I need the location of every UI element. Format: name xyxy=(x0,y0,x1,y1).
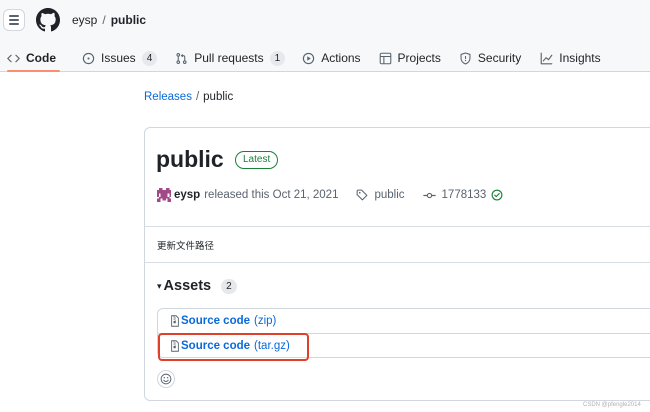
divider xyxy=(145,262,650,263)
tab-label: Actions xyxy=(321,51,361,65)
releases-link[interactable]: Releases xyxy=(144,91,192,103)
issues-count-badge: 4 xyxy=(141,50,158,66)
add-reaction-button[interactable] xyxy=(157,370,175,388)
latest-badge: Latest xyxy=(235,151,279,169)
release-title[interactable]: public xyxy=(156,146,224,173)
table-icon xyxy=(379,52,391,64)
tab-label: Issues xyxy=(101,51,136,65)
menu-line xyxy=(9,23,19,25)
assets-heading: Assets xyxy=(163,278,212,294)
tag-icon xyxy=(357,189,368,201)
avatar-icon[interactable] xyxy=(157,188,171,202)
tab-label: Security xyxy=(477,51,522,65)
issue-icon xyxy=(82,52,95,64)
release-date-text: released this Oct 21, 2021 xyxy=(204,189,339,201)
releases-breadcrumb: Releases / public xyxy=(144,91,233,103)
release-author-link[interactable]: eysp xyxy=(174,189,200,201)
smiley-icon xyxy=(160,373,172,385)
tab-pull-requests[interactable]: Pull requests 1 xyxy=(175,44,286,72)
repo-owner-link[interactable]: eysp xyxy=(72,13,97,27)
tab-label: Pull requests xyxy=(194,51,264,65)
release-tag-link[interactable]: public xyxy=(374,189,404,201)
repo-nav-tabs: Code Issues 4 Pull requests 1 Actions Pr… xyxy=(0,44,601,72)
tab-code[interactable]: Code xyxy=(7,44,60,72)
menu-line xyxy=(9,15,19,17)
pull-requests-count-badge: 1 xyxy=(269,50,286,66)
asset-row-zip[interactable]: Source code (zip) xyxy=(158,309,650,333)
annotation-highlight-box xyxy=(158,333,309,361)
release-meta: eysp released this Oct 21, 2021 public 1… xyxy=(157,187,503,203)
tab-label: Code xyxy=(26,51,56,65)
tab-issues[interactable]: Issues 4 xyxy=(82,44,158,72)
asset-link-zip[interactable]: Source code xyxy=(181,315,250,327)
release-commit-link[interactable]: 1778133 xyxy=(442,189,487,201)
repo-breadcrumb: eysp / public xyxy=(72,13,146,27)
tab-label: Insights xyxy=(559,51,601,65)
github-logo-icon[interactable] xyxy=(36,8,60,32)
commit-icon xyxy=(422,192,436,198)
tab-label: Projects xyxy=(397,51,441,65)
repo-header: eysp / public Code Issues 4 Pull requests … xyxy=(0,0,650,72)
code-icon xyxy=(7,54,20,62)
assets-count-badge: 2 xyxy=(221,278,237,294)
current-release-crumb: public xyxy=(203,91,234,103)
tab-security[interactable]: Security xyxy=(459,44,521,72)
tab-actions[interactable]: Actions xyxy=(302,44,361,72)
file-zip-icon xyxy=(171,315,179,327)
caret-down-icon: ▾ xyxy=(157,280,162,291)
repo-name-link[interactable]: public xyxy=(111,13,146,27)
breadcrumb-separator: / xyxy=(102,13,106,27)
graph-icon xyxy=(540,52,553,64)
breadcrumb-separator: / xyxy=(195,91,200,103)
watermark: CSDN @pfengle2014 xyxy=(583,402,641,408)
hamburger-menu-button[interactable] xyxy=(3,9,25,31)
asset-ext-zip[interactable]: (zip) xyxy=(254,315,276,327)
assets-toggle[interactable]: ▾ Assets 2 xyxy=(157,278,237,294)
play-icon xyxy=(302,52,315,64)
shield-icon xyxy=(460,51,471,65)
divider xyxy=(145,226,650,227)
menu-line xyxy=(9,19,19,21)
tab-insights[interactable]: Insights xyxy=(540,44,601,72)
release-notes: 更新文件路径 xyxy=(157,241,215,252)
check-circle-icon xyxy=(491,189,503,201)
tab-projects[interactable]: Projects xyxy=(379,44,441,72)
pull-request-icon xyxy=(176,52,187,64)
